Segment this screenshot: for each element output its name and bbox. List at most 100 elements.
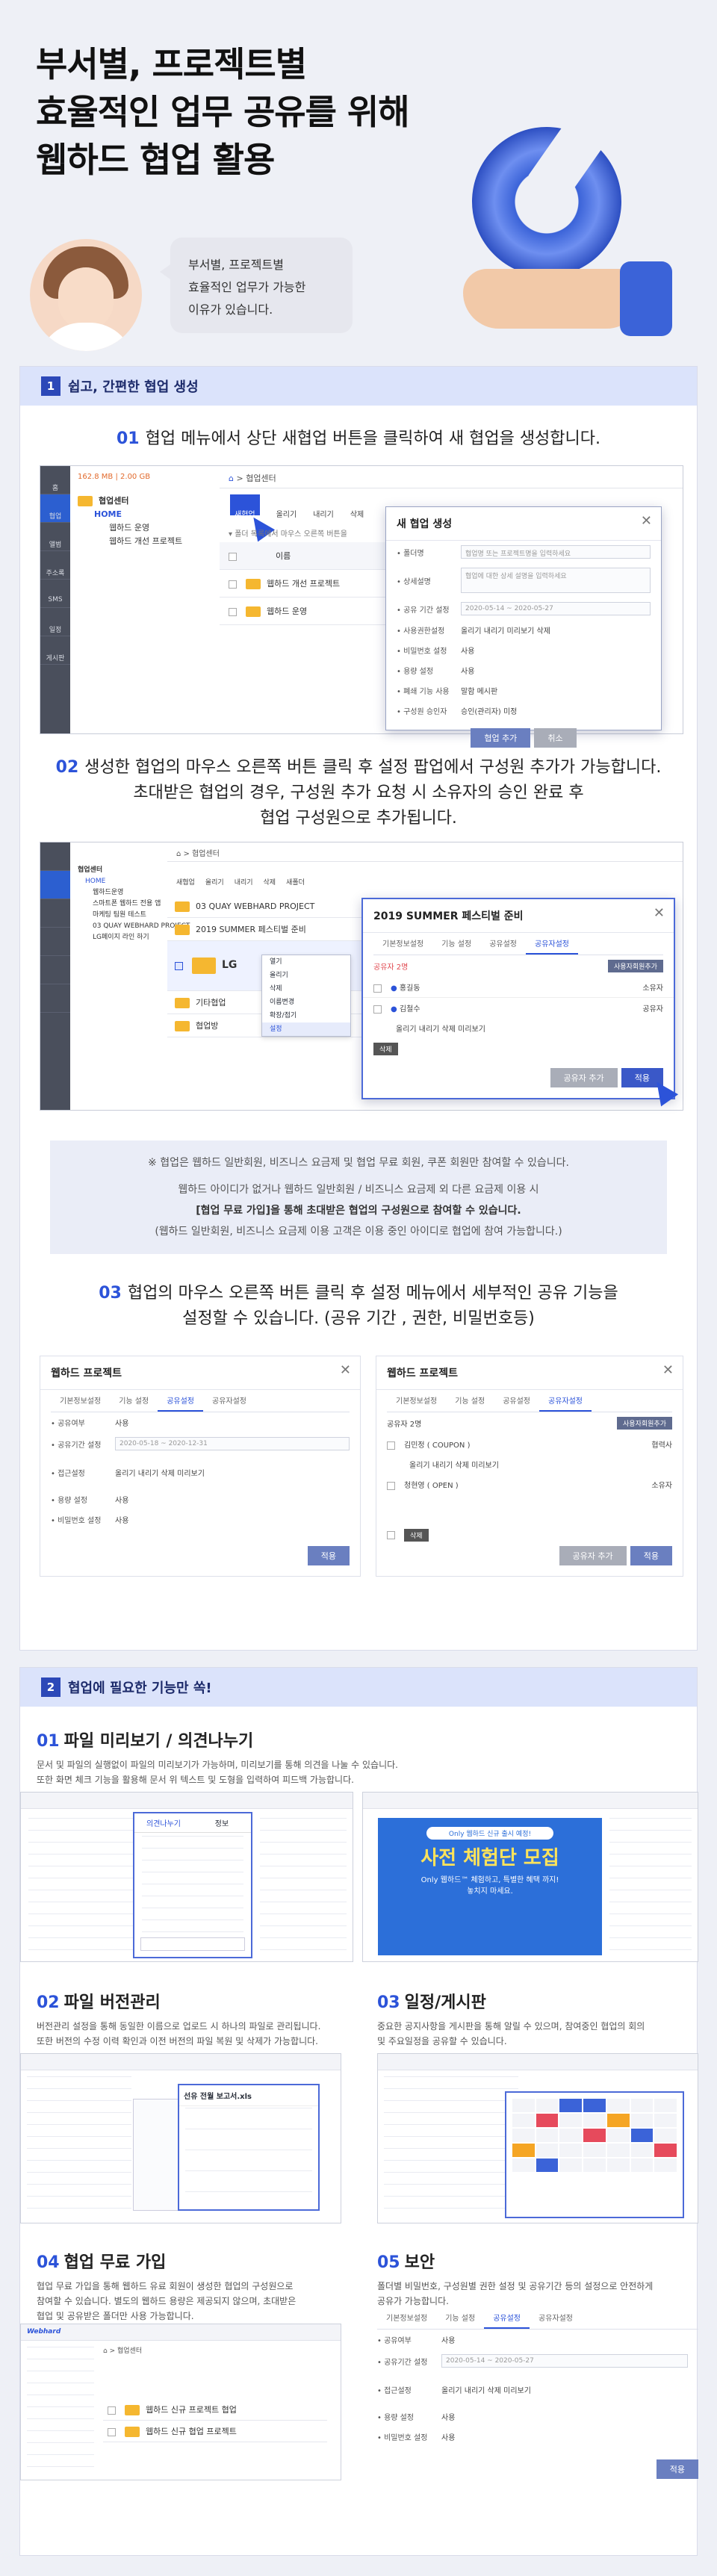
tree-item[interactable]: 웹하드 개선 프로젝트 xyxy=(78,535,220,548)
download-button[interactable]: 내리기 xyxy=(313,494,334,519)
upload-button[interactable]: 올리기 xyxy=(276,494,297,519)
checkbox[interactable] xyxy=(229,552,237,561)
breadcrumb-current[interactable]: 협업센터 xyxy=(246,474,276,483)
calendar-event[interactable] xyxy=(606,2114,630,2127)
calendar-cell[interactable] xyxy=(559,2114,583,2127)
share-period-field[interactable]: 2020-05-14 ~ 2020-05-27 xyxy=(441,2354,688,2368)
calendar-cell[interactable] xyxy=(630,2144,654,2157)
description-field[interactable]: 협업에 대한 상세 설명을 입력하세요 xyxy=(461,568,651,593)
calendar-cell[interactable] xyxy=(536,2099,559,2112)
permission-checkboxes[interactable]: 올리기 내리기 삭제 미리보기 xyxy=(363,1018,674,1038)
tab-basic[interactable]: 기본정보설정 xyxy=(373,933,432,955)
sidebar-item-sms[interactable]: SMS xyxy=(40,580,70,608)
close-icon[interactable]: ✕ xyxy=(662,1362,674,1378)
checkbox[interactable] xyxy=(373,1005,382,1014)
breadcrumb-current[interactable]: 협업센터 xyxy=(117,2347,142,2355)
tab-members[interactable]: 공유자설정 xyxy=(203,1390,255,1412)
add-member-confirm-button[interactable]: 공유자 추가 xyxy=(550,1068,618,1087)
checkbox[interactable] xyxy=(373,984,382,993)
calendar-cell[interactable] xyxy=(583,2158,606,2172)
checkbox[interactable] xyxy=(387,1481,395,1490)
new-folder-button[interactable]: 새폴더 xyxy=(286,866,305,887)
calendar-cell[interactable] xyxy=(654,2114,677,2127)
calendar-cell[interactable] xyxy=(606,2129,630,2142)
list-item[interactable]: 2019 SUMMER 페스티벌 준비 xyxy=(167,918,361,941)
calendar-event[interactable] xyxy=(654,2144,677,2157)
tab-basic[interactable]: 기본정보설정 xyxy=(387,1390,446,1412)
permission-checkboxes[interactable]: 올리기 내리기 미리보기 삭제 xyxy=(461,624,550,636)
close-icon[interactable]: ✕ xyxy=(654,905,665,921)
calendar-cell[interactable] xyxy=(512,2099,535,2112)
checkbox[interactable] xyxy=(175,961,183,970)
menu-item-open[interactable]: 열기 xyxy=(262,955,350,969)
tab-sharing[interactable]: 공유설정 xyxy=(480,933,526,955)
list-item[interactable]: 웹하드 개선 프로젝트 xyxy=(220,570,391,598)
tab-members[interactable]: 공유자설정 xyxy=(539,1390,592,1412)
home-icon[interactable]: ⌂ xyxy=(176,850,181,858)
permission-checkboxes[interactable]: 올리기 내리기 삭제 미리보기 xyxy=(441,2384,531,2395)
sidebar-item[interactable] xyxy=(40,928,70,956)
calendar-event[interactable] xyxy=(512,2144,535,2157)
capacity-checkbox[interactable]: 사용 xyxy=(441,2411,455,2422)
menu-item-expand[interactable]: 확장/접기 xyxy=(262,1009,350,1022)
calendar-cell[interactable] xyxy=(630,2099,654,2112)
checkbox[interactable] xyxy=(108,2427,116,2436)
tab-sharing[interactable]: 공유설정 xyxy=(158,1390,203,1412)
new-collab-button[interactable]: 새협업 xyxy=(176,866,195,887)
sidebar-item[interactable] xyxy=(40,871,70,899)
home-icon[interactable]: ⌂ xyxy=(229,474,234,483)
delete-button[interactable]: 삭제 xyxy=(350,494,364,519)
calendar-cell[interactable] xyxy=(606,2144,630,2157)
password-checkbox[interactable]: 사용 xyxy=(441,2431,455,2442)
menu-item-rename[interactable]: 이름변경 xyxy=(262,996,350,1009)
tab-basic[interactable]: 기본정보설정 xyxy=(51,1390,110,1412)
calendar-cell[interactable] xyxy=(559,2144,583,2157)
checkbox[interactable] xyxy=(229,580,237,589)
calendar-cell[interactable] xyxy=(606,2099,630,2112)
sidebar-item-album[interactable]: 앨범 xyxy=(40,523,70,551)
tree-title[interactable]: 협업센터 xyxy=(78,494,220,508)
calendar-cell[interactable] xyxy=(606,2158,630,2172)
list-item[interactable]: 03 QUAY WEBHARD PROJECT xyxy=(167,896,361,918)
calendar-cell[interactable] xyxy=(559,2158,583,2172)
extra-feature-checkboxes[interactable]: 말함 메시판 xyxy=(461,685,497,696)
share-period-field[interactable]: 2020-05-14 ~ 2020-05-27 xyxy=(461,602,651,615)
calendar-cell[interactable] xyxy=(654,2099,677,2112)
sidebar-item-contacts[interactable]: 주소록 xyxy=(40,551,70,580)
share-period-field[interactable]: 2020-05-18 ~ 2020-12-31 xyxy=(115,1437,350,1450)
calendar-cell[interactable] xyxy=(536,2129,559,2142)
apply-button[interactable]: 적용 xyxy=(656,2459,698,2479)
calendar-cell[interactable] xyxy=(559,2129,583,2142)
checkbox[interactable] xyxy=(229,607,237,616)
download-button[interactable]: 내리기 xyxy=(235,866,253,887)
sidebar-item[interactable] xyxy=(40,899,70,928)
comment-input[interactable] xyxy=(140,1937,245,1951)
member-role-select[interactable]: 공유자 xyxy=(642,1002,663,1014)
delete-member-button[interactable]: 삭제 xyxy=(404,1529,429,1542)
calendar-cell[interactable] xyxy=(536,2144,559,2157)
add-collab-button[interactable]: 협업 추가 xyxy=(471,728,531,748)
new-collab-button[interactable]: 새협업 xyxy=(230,494,260,519)
list-item[interactable]: 웹하드 신규 프로젝트 협업 xyxy=(103,2399,327,2421)
add-member-button[interactable]: 사용자회원추가 xyxy=(617,1417,672,1430)
menu-item-settings[interactable]: 설정 xyxy=(262,1022,350,1036)
calendar-cell[interactable] xyxy=(512,2114,535,2127)
calendar-event[interactable] xyxy=(536,2158,559,2172)
capacity-checkbox[interactable]: 사용 xyxy=(115,1494,128,1505)
add-member-confirm-button[interactable]: 공유자 추가 xyxy=(559,1546,627,1565)
apply-button[interactable]: 적용 xyxy=(630,1546,672,1565)
calendar-cell[interactable] xyxy=(512,2158,535,2172)
approver-radios[interactable]: 승인(관리자) 미정 xyxy=(461,705,517,716)
tab-comments[interactable]: 의견나누기 xyxy=(134,1813,193,1832)
close-icon[interactable]: ✕ xyxy=(641,513,652,529)
apply-button[interactable]: 적용 xyxy=(307,1546,350,1565)
password-checkbox[interactable]: 사용 xyxy=(115,1514,128,1525)
add-member-button[interactable]: 사용자회원추가 xyxy=(608,960,663,972)
upload-button[interactable]: 올리기 xyxy=(205,866,224,887)
calendar-cell[interactable] xyxy=(583,2144,606,2157)
checkbox[interactable] xyxy=(108,2406,116,2415)
permission-checkboxes[interactable]: 올리기 내리기 삭제 미리보기 xyxy=(115,1467,205,1478)
cancel-button[interactable]: 취소 xyxy=(534,728,577,748)
calendar-cell[interactable] xyxy=(583,2114,606,2127)
list-item[interactable]: 웹하드 운영 xyxy=(220,598,391,625)
